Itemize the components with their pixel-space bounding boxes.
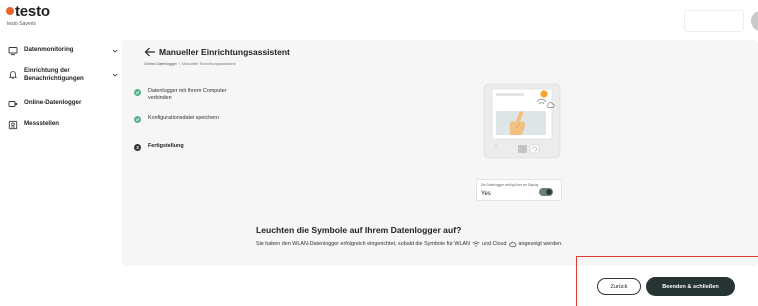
sidebar-item-label: Einrichtung der Benachrichtigungen <box>24 67 84 82</box>
page-title: Manueller Einrichtungsassistent <box>159 47 290 57</box>
confirmation-heading: Leuchten die Symbole auf Ihrem Datenlogg… <box>256 225 462 235</box>
description-part: Sie haben den WLAN-Datenlogger erfolgrei… <box>256 241 470 247</box>
sidebar-item-label: Online-Datenlogger <box>24 99 82 106</box>
back-button[interactable]: Zurück <box>597 278 641 295</box>
wifi-icon <box>472 241 480 247</box>
step-label: Konfigurationsdatei speichern <box>148 115 220 121</box>
monitor-icon <box>8 47 18 56</box>
app-window: testo testo Saveris Datenmonitoring Einr… <box>0 0 758 306</box>
description-part: angezeigt werden. <box>518 241 563 247</box>
top-bar: testo testo Saveris <box>0 0 758 36</box>
breadcrumb-link[interactable]: Online-Datenlogger <box>144 62 177 66</box>
logo-wordmark: testo <box>6 4 50 19</box>
brand-subtitle: testo Saveris <box>7 21 36 27</box>
display-hint-card: Die Datenlogger verfügt über ein Display… <box>476 179 562 201</box>
step-number-badge: 3 <box>134 144 141 151</box>
step-label: Fertigstellung <box>148 143 184 149</box>
breadcrumb: Online-Datenlogger / Manueller Einrichtung… <box>144 62 236 66</box>
wizard-step-1: Datenlogger mit Ihrem Computer verbinden <box>134 88 244 102</box>
sidebar-item-label: Datenmonitoring <box>24 46 74 53</box>
display-toggle[interactable] <box>539 188 553 196</box>
hint-value: Yes <box>481 191 491 197</box>
sidebar: Datenmonitoring Einrichtung der Benachri… <box>0 36 122 306</box>
sidebar-item-messstellen[interactable]: Messstellen <box>8 120 120 130</box>
brand-logo[interactable]: testo testo Saveris <box>6 4 50 27</box>
back-arrow-icon[interactable] <box>144 47 156 57</box>
chevron-down-icon <box>112 49 118 53</box>
logo-dot <box>6 6 14 15</box>
cloud-icon <box>508 241 516 247</box>
wizard-step-2: Konfigurationsdatei speichern <box>134 115 244 123</box>
check-icon <box>135 118 140 122</box>
confirmation-description: Sie haben den WLAN-Datenlogger erfolgrei… <box>256 241 563 247</box>
datalogger-illustration <box>483 83 561 159</box>
sidebar-item-benachrichtigungen[interactable]: Einrichtung der Benachrichtigungen <box>8 67 120 83</box>
breadcrumb-separator: / <box>178 62 180 66</box>
hint-label: Die Datenlogger verfügt über ein Display <box>481 183 539 187</box>
bell-icon <box>8 71 18 79</box>
sidebar-item-label: Messstellen <box>24 120 60 127</box>
description-part: und Cloud <box>481 241 507 247</box>
brand-name: testo <box>15 3 50 20</box>
toggle-knob <box>546 189 552 195</box>
measuring-point-icon <box>8 120 18 130</box>
header-search-field[interactable] <box>684 10 744 32</box>
sidebar-item-online-datenlogger[interactable]: Online-Datenlogger <box>8 99 120 109</box>
step-label: Datenlogger mit Ihrem Computer verbinden <box>148 88 227 101</box>
logger-icon <box>8 101 18 107</box>
wizard-step-3: 3 Fertigstellung <box>134 143 244 151</box>
finish-and-close-button[interactable]: Beenden & schließen <box>646 277 735 296</box>
step-check-icon <box>134 89 141 96</box>
check-icon <box>135 91 140 95</box>
user-avatar[interactable] <box>751 11 758 31</box>
breadcrumb-current: Manueller Einrichtungsassistent <box>182 62 236 66</box>
wizard-panel: Manueller Einrichtungsassistent Online-D… <box>122 40 758 266</box>
chevron-down-icon <box>112 73 118 77</box>
step-check-icon <box>134 116 141 123</box>
sidebar-item-datenmonitoring[interactable]: Datenmonitoring <box>8 46 120 56</box>
